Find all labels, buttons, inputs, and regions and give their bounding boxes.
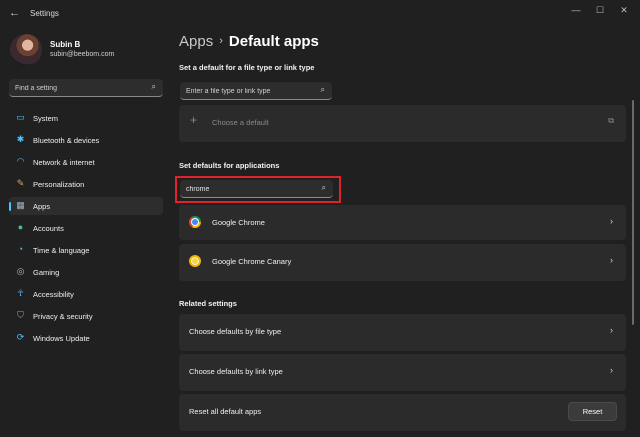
chevron-right-icon: › <box>610 255 613 265</box>
gamepad-icon: ◎ <box>16 266 25 276</box>
app-row-google-chrome[interactable]: Google Chrome › <box>179 205 626 240</box>
sidebar-item-system[interactable]: ▭ System <box>9 109 163 127</box>
sidebar-item-label: Personalization <box>33 180 85 189</box>
sidebar-item-accounts[interactable]: ● Accounts <box>9 219 163 237</box>
app-row-google-chrome-canary[interactable]: Google Chrome Canary › <box>179 244 626 281</box>
file-type-heading: Set a default for a file type or link ty… <box>179 63 315 72</box>
reset-label: Reset all default apps <box>189 407 262 416</box>
window-title: Settings <box>30 9 59 18</box>
sidebar-item-label: Apps <box>33 202 51 211</box>
file-type-input[interactable] <box>186 85 306 97</box>
scrollbar[interactable] <box>632 100 634 325</box>
chevron-right-icon: › <box>610 325 613 335</box>
sidebar-item-label: Gaming <box>33 268 60 277</box>
google-chrome-canary-icon <box>189 255 201 267</box>
sidebar-item-gaming[interactable]: ◎ Gaming <box>9 263 163 281</box>
user-name: Subin B <box>50 40 81 49</box>
user-email: subin@beebom.com <box>50 51 115 58</box>
wifi-icon: ◠ <box>16 156 25 166</box>
chevron-right-icon: › <box>610 216 613 226</box>
sidebar-item-accessibility[interactable]: ☥ Accessibility <box>9 285 163 303</box>
accessibility-icon: ☥ <box>17 288 24 298</box>
monitor-icon: ▭ <box>16 112 25 122</box>
plus-icon: + <box>190 113 198 127</box>
brush-icon: ✎ <box>16 178 25 188</box>
choose-default-label: Choose a default <box>212 118 269 127</box>
sidebar-item-windows-update[interactable]: ⟳ Windows Update <box>9 329 163 347</box>
choose-default-row: + Choose a default ⧉ <box>179 105 626 142</box>
reset-default-apps-row: Reset all default apps Reset <box>179 394 626 431</box>
person-icon: ● <box>17 222 24 232</box>
applications-heading: Set defaults for applications <box>179 161 280 170</box>
app-row-label: Google Chrome Canary <box>212 257 292 266</box>
close-icon[interactable]: ✕ <box>618 5 630 16</box>
search-highlight-box <box>175 176 341 203</box>
breadcrumb: Apps › Default apps <box>179 33 319 50</box>
back-arrow-icon[interactable]: ← <box>9 7 20 19</box>
sidebar-item-label: Bluetooth & devices <box>33 136 100 145</box>
open-external-icon: ⧉ <box>608 116 614 125</box>
sidebar-item-label: Privacy & security <box>33 312 93 321</box>
chevron-right-icon: › <box>610 365 613 375</box>
apps-icon: ▦ <box>16 200 25 210</box>
maximize-icon[interactable]: ☐ <box>594 5 606 16</box>
globe-clock-icon: ◔ <box>17 244 24 254</box>
find-setting-search[interactable]: ⌕ <box>9 79 163 97</box>
search-icon[interactable]: ⌕ <box>152 82 156 92</box>
sidebar-item-label: System <box>33 114 59 123</box>
title-bar: ← Settings — ☐ ✕ <box>0 0 640 28</box>
file-type-search[interactable]: ⌕ <box>180 82 332 100</box>
sidebar-item-label: Accessibility <box>33 290 74 299</box>
find-setting-input[interactable] <box>15 82 145 94</box>
sidebar-item-personalization[interactable]: ✎ Personalization <box>9 175 163 193</box>
breadcrumb-apps[interactable]: Apps <box>179 33 213 50</box>
sidebar-item-privacy-security[interactable]: ⛉ Privacy & security <box>9 307 163 325</box>
bluetooth-icon: ✱ <box>16 134 25 144</box>
reset-button[interactable]: Reset <box>568 402 617 421</box>
avatar[interactable] <box>10 34 42 66</box>
row-label: Choose defaults by link type <box>189 367 283 376</box>
row-label: Choose defaults by file type <box>189 327 282 336</box>
sidebar-item-apps[interactable]: ▦ Apps <box>9 197 163 215</box>
sidebar-item-label: Network & internet <box>33 158 95 167</box>
defaults-by-file-type-row[interactable]: Choose defaults by file type › <box>179 314 626 351</box>
app-row-label: Google Chrome <box>212 218 265 227</box>
update-icon: ⟳ <box>16 332 25 342</box>
sidebar-item-label: Time & language <box>33 246 90 255</box>
defaults-by-link-type-row[interactable]: Choose defaults by link type › <box>179 354 626 391</box>
sidebar-item-time-language[interactable]: ◔ Time & language <box>9 241 163 259</box>
search-icon[interactable]: ⌕ <box>321 85 325 95</box>
sidebar-item-label: Windows Update <box>33 334 90 343</box>
google-chrome-icon <box>189 216 201 228</box>
shield-icon: ⛉ <box>17 310 24 320</box>
breadcrumb-separator-icon: › <box>219 35 223 47</box>
related-settings-heading: Related settings <box>179 299 237 308</box>
sidebar-item-bluetooth-devices[interactable]: ✱ Bluetooth & devices <box>9 131 163 149</box>
sidebar-item-network-internet[interactable]: ◠ Network & internet <box>9 153 163 171</box>
sidebar-item-label: Accounts <box>33 224 64 233</box>
page-title: Default apps <box>228 33 319 50</box>
minimize-icon[interactable]: — <box>570 5 582 15</box>
